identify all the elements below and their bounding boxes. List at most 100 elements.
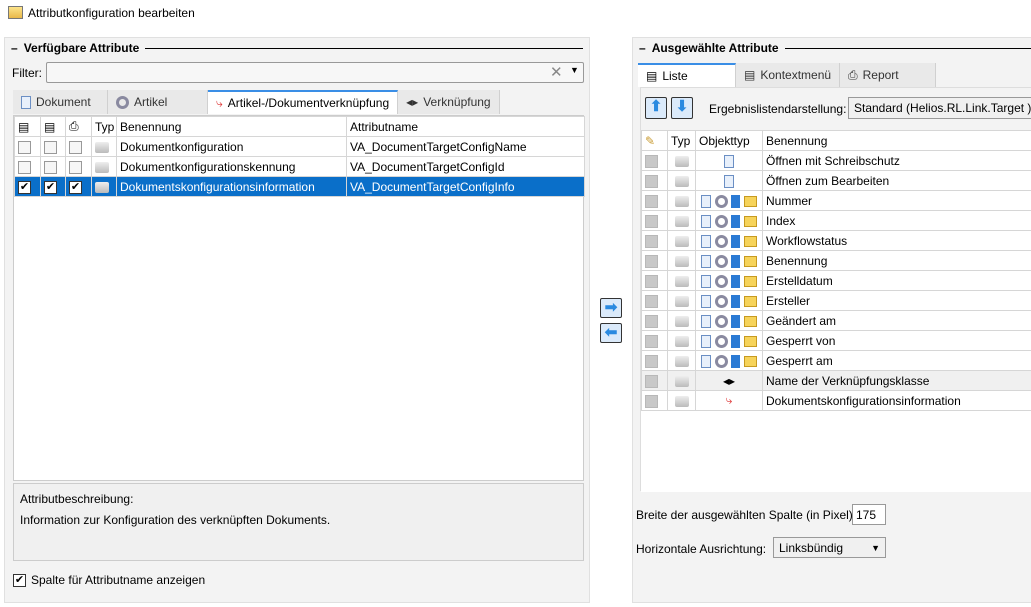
checkbox[interactable]: ✔ — [44, 180, 57, 194]
column-benennung[interactable]: Benennung — [116, 116, 347, 137]
checkbox[interactable] — [645, 274, 658, 288]
table-row[interactable]: Dokumentkonfiguration VA_DocumentTargetCo… — [14, 136, 585, 157]
edit-cell[interactable] — [641, 270, 668, 291]
tab-label: Verknüpfung — [423, 95, 491, 109]
table-row[interactable]: Benennung — [641, 250, 1031, 271]
checkbox-cell[interactable]: ✔ — [14, 176, 41, 197]
checkbox[interactable] — [645, 214, 658, 228]
checkbox-cell[interactable]: ✔ — [40, 176, 66, 197]
checkbox[interactable] — [645, 154, 658, 168]
column-typ[interactable]: Typ — [91, 116, 117, 137]
checkbox-cell[interactable] — [65, 156, 92, 177]
attribute-type-icon — [674, 155, 689, 167]
checkbox[interactable] — [645, 374, 658, 388]
filter-input[interactable] — [46, 62, 584, 83]
table-row[interactable]: ⤷ Dokumentskonfigurationsinformation — [641, 390, 1031, 411]
table-row[interactable]: Index — [641, 210, 1031, 231]
table-row[interactable]: Nummer — [641, 190, 1031, 211]
move-up-button[interactable]: ⬆ — [645, 97, 667, 119]
objekttyp-cell — [695, 310, 763, 331]
checkbox[interactable]: ✔ — [69, 180, 82, 194]
column-typ[interactable]: Typ — [667, 130, 696, 151]
checkbox[interactable] — [645, 394, 658, 408]
checkbox[interactable]: ✔ — [18, 180, 31, 194]
table-row[interactable]: Erstelldatum — [641, 270, 1031, 291]
checkbox[interactable] — [645, 174, 658, 188]
table-row[interactable]: Geändert am — [641, 310, 1031, 331]
alignment-label: Horizontale Ausrichtung: — [636, 542, 767, 556]
checkbox-cell[interactable] — [40, 156, 66, 177]
edit-cell[interactable] — [641, 170, 668, 191]
table-row[interactable]: Workflowstatus — [641, 230, 1031, 251]
table-row[interactable]: Gesperrt von — [641, 330, 1031, 351]
edit-cell[interactable] — [641, 230, 668, 251]
checkbox[interactable] — [69, 160, 82, 174]
table-row[interactable]: Dokumentkonfigurationskennung VA_Document… — [14, 156, 585, 177]
gear-icon — [714, 254, 728, 268]
tab-0[interactable]: Dokument — [13, 90, 108, 114]
document-icon — [724, 174, 734, 188]
context-menu-column-icon[interactable]: ▤ — [40, 116, 66, 137]
table-row[interactable]: Öffnen zum Bearbeiten — [641, 170, 1031, 191]
checkbox[interactable] — [69, 140, 82, 154]
type-cell — [91, 176, 117, 197]
tab-liste[interactable]: ▤ Liste — [638, 63, 736, 87]
checkbox[interactable] — [44, 160, 57, 174]
checkbox[interactable] — [645, 194, 658, 208]
edit-cell[interactable] — [641, 250, 668, 271]
report-column-icon[interactable]: ⎙ — [65, 116, 92, 137]
table-row[interactable]: ◂▸ Name der Verknüpfungsklasse — [641, 370, 1031, 391]
binder-icon — [731, 254, 741, 268]
checkbox[interactable] — [645, 254, 658, 268]
checkbox[interactable] — [645, 354, 658, 368]
checkbox-cell[interactable] — [40, 136, 66, 157]
alignment-select[interactable]: Linksbündig ▼ — [773, 537, 886, 558]
checkbox-cell[interactable]: ✔ — [65, 176, 92, 197]
edit-cell[interactable] — [641, 310, 668, 331]
clear-filter-icon[interactable]: ✕ — [550, 63, 563, 81]
edit-cell[interactable] — [641, 350, 668, 371]
tab-kontextmenü[interactable]: ▤ Kontextmenü — [736, 63, 840, 87]
checkbox[interactable] — [18, 160, 31, 174]
edit-cell[interactable] — [641, 290, 668, 311]
checkbox[interactable] — [44, 140, 57, 154]
checkbox[interactable] — [645, 334, 658, 348]
table-row[interactable]: Öffnen mit Schreibschutz — [641, 150, 1031, 171]
edit-column-pencil-icon[interactable]: ✎ — [641, 130, 668, 151]
remove-attribute-button[interactable]: ⬅ — [600, 323, 622, 343]
checkbox[interactable]: ✔ — [13, 573, 26, 587]
selected-attributes-header: – Ausgewählte Attribute — [639, 41, 1031, 55]
tab-1[interactable]: Artikel — [108, 90, 208, 114]
checkbox-cell[interactable] — [65, 136, 92, 157]
binder-icon — [731, 274, 741, 288]
edit-cell[interactable] — [641, 370, 668, 391]
table-row[interactable]: ✔ ✔ ✔ Dokumentskonfigurationsinformation VA_… — [14, 176, 585, 197]
tab-3[interactable]: ◂▸ Verknüpfung — [398, 90, 500, 114]
edit-cell[interactable] — [641, 150, 668, 171]
column-benennung[interactable]: Benennung — [762, 130, 1031, 151]
checkbox[interactable] — [18, 140, 31, 154]
column-attributname[interactable]: Attributname — [346, 116, 585, 137]
edit-cell[interactable] — [641, 190, 668, 211]
checkbox[interactable] — [645, 234, 658, 248]
column-width-input[interactable] — [852, 504, 886, 525]
checkbox-cell[interactable] — [14, 136, 41, 157]
add-attribute-button[interactable]: ➡ — [600, 298, 622, 318]
list-column-icon[interactable]: ▤ — [14, 116, 41, 137]
move-down-button[interactable]: ⬇ — [671, 97, 693, 119]
tab-2[interactable]: ⤷ Artikel-/Dokumentverknüpfung — [208, 90, 399, 114]
attribute-type-icon — [674, 335, 689, 347]
ergebnis-select[interactable]: Standard (Helios.RL.Link.Target ) — [848, 97, 1031, 119]
edit-cell[interactable] — [641, 330, 668, 351]
show-attrname-checkbox[interactable]: ✔ Spalte für Attributname anzeigen — [13, 573, 205, 587]
tab-report[interactable]: ⎙ Report — [840, 63, 936, 87]
column-objekttyp[interactable]: Objekttyp — [695, 130, 763, 151]
filter-dropdown-icon[interactable]: ▼ — [570, 65, 579, 75]
table-row[interactable]: Ersteller — [641, 290, 1031, 311]
edit-cell[interactable] — [641, 210, 668, 231]
edit-cell[interactable] — [641, 390, 668, 411]
checkbox[interactable] — [645, 294, 658, 308]
checkbox-cell[interactable] — [14, 156, 41, 177]
table-row[interactable]: Gesperrt am — [641, 350, 1031, 371]
checkbox[interactable] — [645, 314, 658, 328]
